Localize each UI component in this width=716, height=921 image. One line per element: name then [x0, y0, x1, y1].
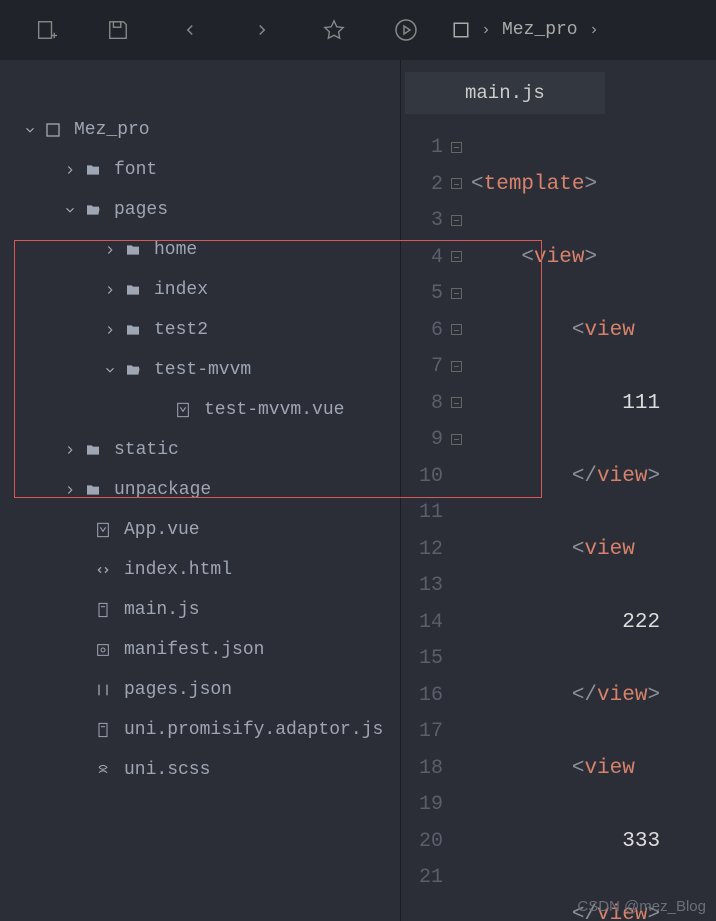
json-file-icon: [92, 642, 114, 658]
line-gutter: 123456789101112131415161718192021: [401, 114, 451, 921]
tree-label: font: [114, 160, 157, 180]
folder-icon: [122, 282, 144, 298]
tree-folder-home[interactable]: home: [0, 230, 400, 270]
chevron-right-icon: [588, 24, 600, 36]
tree-file-test-mvvm-vue[interactable]: test-mvvm.vue: [0, 390, 400, 430]
tree-file-uni-promisify[interactable]: uni.promisify.adaptor.js: [0, 710, 400, 750]
tree-file-manifest-json[interactable]: manifest.json: [0, 630, 400, 670]
breadcrumb-project[interactable]: Mez_pro: [502, 20, 578, 40]
vue-file-icon: [172, 402, 194, 418]
tree-label: test-mvvm.vue: [204, 400, 344, 420]
new-file-icon: [35, 19, 57, 41]
chevron-left-icon: [181, 21, 199, 39]
chevron-down-icon: [98, 363, 122, 377]
folder-open-icon: [82, 202, 104, 218]
code-area[interactable]: 123456789101112131415161718192021 <templ…: [401, 114, 716, 921]
project-icon: [452, 21, 470, 39]
folder-icon: [122, 322, 144, 338]
chevron-right-icon: [58, 443, 82, 457]
tree-file-index-html[interactable]: index.html: [0, 550, 400, 590]
toolbar: Mez_pro: [0, 0, 716, 60]
play-circle-icon: [394, 18, 418, 42]
tree-label: home: [154, 240, 197, 260]
tree-label: test-mvvm: [154, 360, 251, 380]
favorite-button[interactable]: [298, 0, 370, 60]
tree-file-uni-scss[interactable]: uni.scss: [0, 750, 400, 790]
tree-folder-index[interactable]: index: [0, 270, 400, 310]
folder-icon: [82, 442, 104, 458]
save-icon: [107, 19, 129, 41]
tree-folder-pages[interactable]: pages: [0, 190, 400, 230]
js-file-icon: [92, 602, 114, 618]
tree-file-main-js[interactable]: main.js: [0, 590, 400, 630]
watermark: CSDN @mez_Blog: [577, 898, 706, 915]
tree-folder-unpackage[interactable]: unpackage: [0, 470, 400, 510]
tab-label: main.js: [465, 82, 545, 104]
tree-file-pages-json[interactable]: pages.json: [0, 670, 400, 710]
star-icon: [323, 19, 345, 41]
tree-label: static: [114, 440, 179, 460]
tree-label: Mez_pro: [74, 120, 150, 140]
forward-button[interactable]: [226, 0, 298, 60]
chevron-down-icon: [18, 123, 42, 137]
tree-file-app-vue[interactable]: App.vue: [0, 510, 400, 550]
scss-file-icon: [92, 762, 114, 778]
tree-label: index.html: [124, 560, 232, 580]
tree-label: manifest.json: [124, 640, 264, 660]
fold-column: [451, 114, 471, 921]
html-file-icon: [92, 562, 114, 578]
tree-folder-test2[interactable]: test2: [0, 310, 400, 350]
chevron-right-icon: [98, 283, 122, 297]
chevron-right-icon: [58, 163, 82, 177]
chevron-right-icon: [98, 323, 122, 337]
tree-label: uni.scss: [124, 760, 210, 780]
tree-label: uni.promisify.adaptor.js: [124, 720, 383, 740]
save-button[interactable]: [82, 0, 154, 60]
tree-folder-test-mvvm[interactable]: test-mvvm: [0, 350, 400, 390]
js-file-icon: [92, 722, 114, 738]
run-button[interactable]: [370, 0, 442, 60]
back-button[interactable]: [154, 0, 226, 60]
project-icon: [42, 122, 64, 138]
tree-label: pages: [114, 200, 168, 220]
tree-root[interactable]: Mez_pro: [0, 110, 400, 150]
folder-icon: [82, 482, 104, 498]
tree-label: test2: [154, 320, 208, 340]
json-file-icon: [92, 682, 114, 698]
editor-tabs: main.js: [401, 60, 716, 114]
tree-label: App.vue: [124, 520, 200, 540]
tree-label: index: [154, 280, 208, 300]
new-file-button[interactable]: [10, 0, 82, 60]
chevron-right-icon: [98, 243, 122, 257]
folder-icon: [122, 242, 144, 258]
file-explorer: Mez_pro font pages home index test2: [0, 60, 400, 921]
tree-folder-font[interactable]: font: [0, 150, 400, 190]
code-editor: main.js 12345678910111213141516171819202…: [400, 60, 716, 921]
code-content[interactable]: <template> <view> <view 111 </view> <vie…: [471, 114, 716, 921]
tab-main-js[interactable]: main.js: [405, 72, 605, 114]
chevron-right-icon: [58, 483, 82, 497]
vue-file-icon: [92, 522, 114, 538]
chevron-right-icon: [480, 24, 492, 36]
folder-open-icon: [122, 362, 144, 378]
tree-folder-static[interactable]: static: [0, 430, 400, 470]
chevron-down-icon: [58, 203, 82, 217]
breadcrumb: Mez_pro: [452, 20, 600, 40]
tree-label: main.js: [124, 600, 200, 620]
folder-icon: [82, 162, 104, 178]
tree-label: unpackage: [114, 480, 211, 500]
chevron-right-icon: [253, 21, 271, 39]
tree-label: pages.json: [124, 680, 232, 700]
